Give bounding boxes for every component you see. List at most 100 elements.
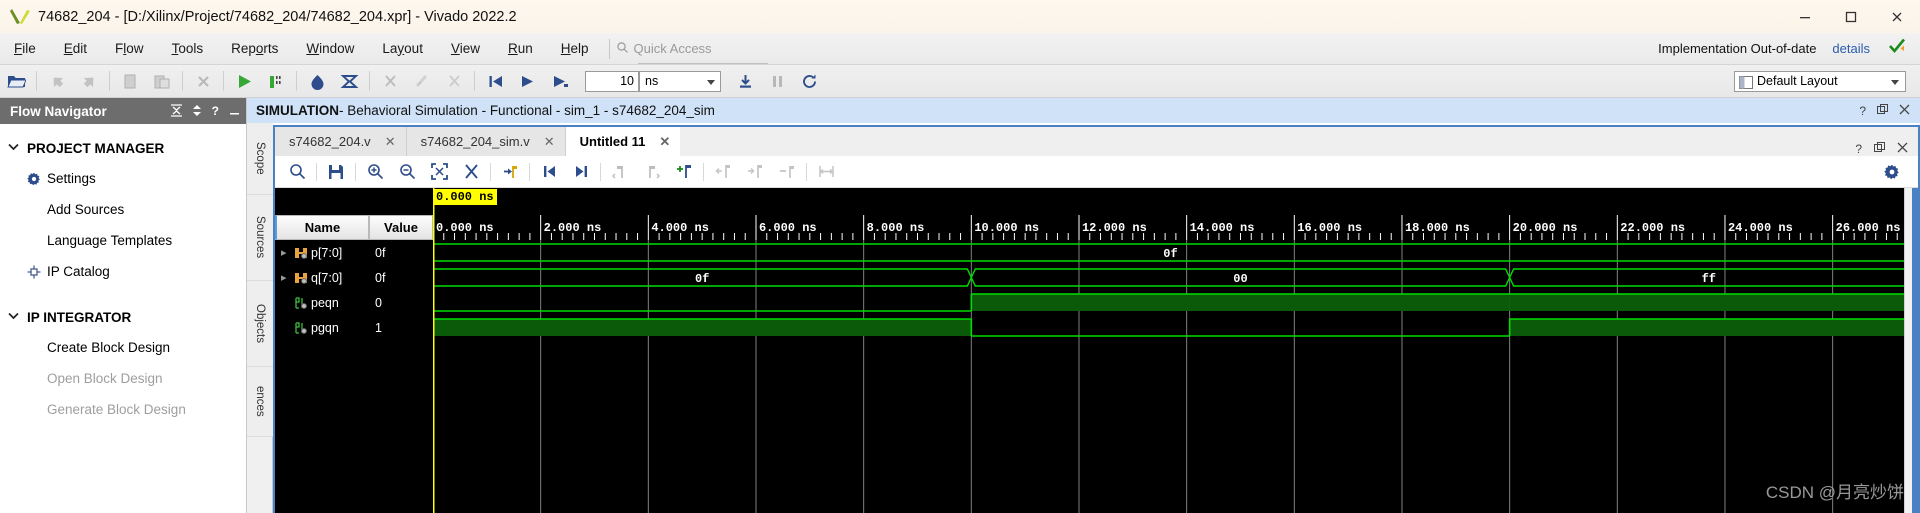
help-icon[interactable]: ? [1855,142,1862,156]
sort-icon[interactable] [192,104,202,119]
quick-access-box[interactable]: Quick Access [616,38,768,64]
run-synthesis-icon[interactable] [228,68,260,95]
flownav-item-create-block-design[interactable]: Create Block Design [0,332,246,363]
flownav-item-ip-catalog[interactable]: IP Catalog [0,256,246,287]
previous-transition-icon[interactable] [533,159,565,185]
quick-access-input[interactable]: Quick Access [634,41,712,56]
side-tab-protocol-instances[interactable]: ences [247,367,273,437]
tab-s74682_204-sim-v[interactable]: s74682_204_sim.v ✕ [406,127,566,156]
open-hw-manager-icon[interactable] [374,68,406,95]
help-icon[interactable]: ? [1859,104,1866,118]
measure-icon[interactable] [810,159,842,185]
search-icon[interactable] [281,159,313,185]
simulation-time-input[interactable]: 10 [585,70,639,92]
tab-s74682_204-v[interactable]: s74682_204.v ✕ [275,127,407,156]
menu-edit[interactable]: Edit [50,33,101,65]
run-for-time-icon[interactable] [543,68,575,95]
collapse-all-icon[interactable] [170,103,182,119]
export-hardware-icon[interactable] [438,68,470,95]
details-link[interactable]: details [1832,41,1870,56]
svg-text:6.000 ns: 6.000 ns [759,221,817,235]
float-icon[interactable] [1874,142,1885,156]
title-bar: 74682_204 - [D:/Xilinx/Project/74682_204… [0,0,1920,33]
signal-row-q[interactable]: ▸ q[7:0] [275,265,369,290]
tab-untitled-11[interactable]: Untitled 11 ✕ [565,127,681,156]
move-marker-right-icon[interactable] [739,159,771,185]
minimize-button[interactable] [1782,0,1828,33]
layout-select[interactable]: Default Layout [1734,71,1906,92]
close-icon[interactable]: ✕ [659,134,670,150]
simulation-time-unit-select[interactable]: ns [639,70,721,92]
flownav-item-language-templates[interactable]: Language Templates [0,225,246,256]
close-icon[interactable] [1899,104,1910,118]
program-device-icon[interactable] [406,68,438,95]
chevron-right-icon[interactable]: ▸ [281,246,294,259]
copy-icon[interactable] [114,68,146,95]
menu-view[interactable]: View [437,33,494,65]
menu-reports[interactable]: Reports [217,33,292,65]
open-project-icon[interactable] [0,68,32,95]
add-marker-icon[interactable] [668,159,700,185]
simulation-header-icons: ? [1859,103,1920,118]
menu-window[interactable]: Window [292,33,368,65]
close-icon[interactable]: ✕ [544,134,555,150]
waveform-settings-gear-icon[interactable] [1876,159,1908,185]
side-tab-objects[interactable]: Objects [247,281,273,367]
flownav-section-ip-integrator[interactable]: IP INTEGRATOR [0,302,246,332]
step-simulation-icon[interactable] [729,68,761,95]
signal-row-pgqn[interactable]: pgqn [275,315,369,340]
menu-help[interactable]: Help [547,33,603,65]
goto-time-icon[interactable] [494,159,526,185]
flownav-section-project-manager[interactable]: PROJECT MANAGER [0,133,246,163]
generate-bitstream-icon[interactable] [333,68,365,95]
menu-tools[interactable]: Tools [158,33,218,65]
synthesis-report-icon[interactable] [260,68,292,95]
close-button[interactable] [1874,0,1920,33]
toolbar-divider [490,162,491,181]
zoom-cursor-icon[interactable] [455,159,487,185]
side-tab-sources[interactable]: Sources [247,195,273,281]
restart-simulation-icon[interactable] [479,68,511,95]
zoom-in-icon[interactable] [359,159,391,185]
float-icon[interactable] [1877,103,1888,118]
menu-run[interactable]: Run [494,33,547,65]
zoom-out-icon[interactable] [391,159,423,185]
next-marker-icon[interactable] [636,159,668,185]
undo-icon[interactable] [41,68,73,95]
flownav-item-generate-block-design[interactable]: Generate Block Design [0,394,246,425]
chevron-right-icon[interactable]: ▸ [281,271,294,284]
menu-layout[interactable]: Layout [368,33,437,65]
quick-access-underline [637,62,768,64]
flownav-item-add-sources[interactable]: Add Sources [0,194,246,225]
run-implementation-icon[interactable] [301,68,333,95]
chevron-down-icon [8,312,22,323]
run-all-icon[interactable] [511,68,543,95]
flownav-item-settings[interactable]: Settings [0,163,246,194]
move-marker-left-icon[interactable] [707,159,739,185]
signal-row-peqn[interactable]: peqn [275,290,369,315]
flow-navigator-header-tools: ? [170,103,246,119]
signal-row-p[interactable]: ▸ p[7:0] [275,240,369,265]
relaunch-simulation-icon[interactable] [793,68,825,95]
previous-marker-icon[interactable] [604,159,636,185]
paste-icon[interactable] [146,68,178,95]
waveform-plot[interactable]: 0.000 ns 0.000 ns 2.000 ns 4.000 ns 6.000 n… [433,188,1918,513]
pause-simulation-icon[interactable] [761,68,793,95]
close-icon[interactable]: ✕ [385,134,396,150]
flownav-item-open-block-design[interactable]: Open Block Design [0,363,246,394]
close-icon[interactable] [1897,142,1908,156]
maximize-button[interactable] [1828,0,1874,33]
delete-marker-icon[interactable] [771,159,803,185]
redo-icon[interactable] [73,68,105,95]
next-transition-icon[interactable] [565,159,597,185]
side-tab-scope[interactable]: Scope [247,123,273,195]
flownav-item-label: Settings [47,171,96,186]
zoom-fit-icon[interactable] [423,159,455,185]
help-icon[interactable]: ? [212,105,219,117]
editor-tab-strip: s74682_204.v ✕ s74682_204_sim.v ✕ Untitl… [275,127,1918,156]
save-waveform-icon[interactable] [320,159,352,185]
menu-file[interactable]: File [0,33,50,65]
cut-icon[interactable] [187,68,219,95]
menu-flow[interactable]: Flow [101,33,158,65]
minimize-icon[interactable] [229,104,240,119]
